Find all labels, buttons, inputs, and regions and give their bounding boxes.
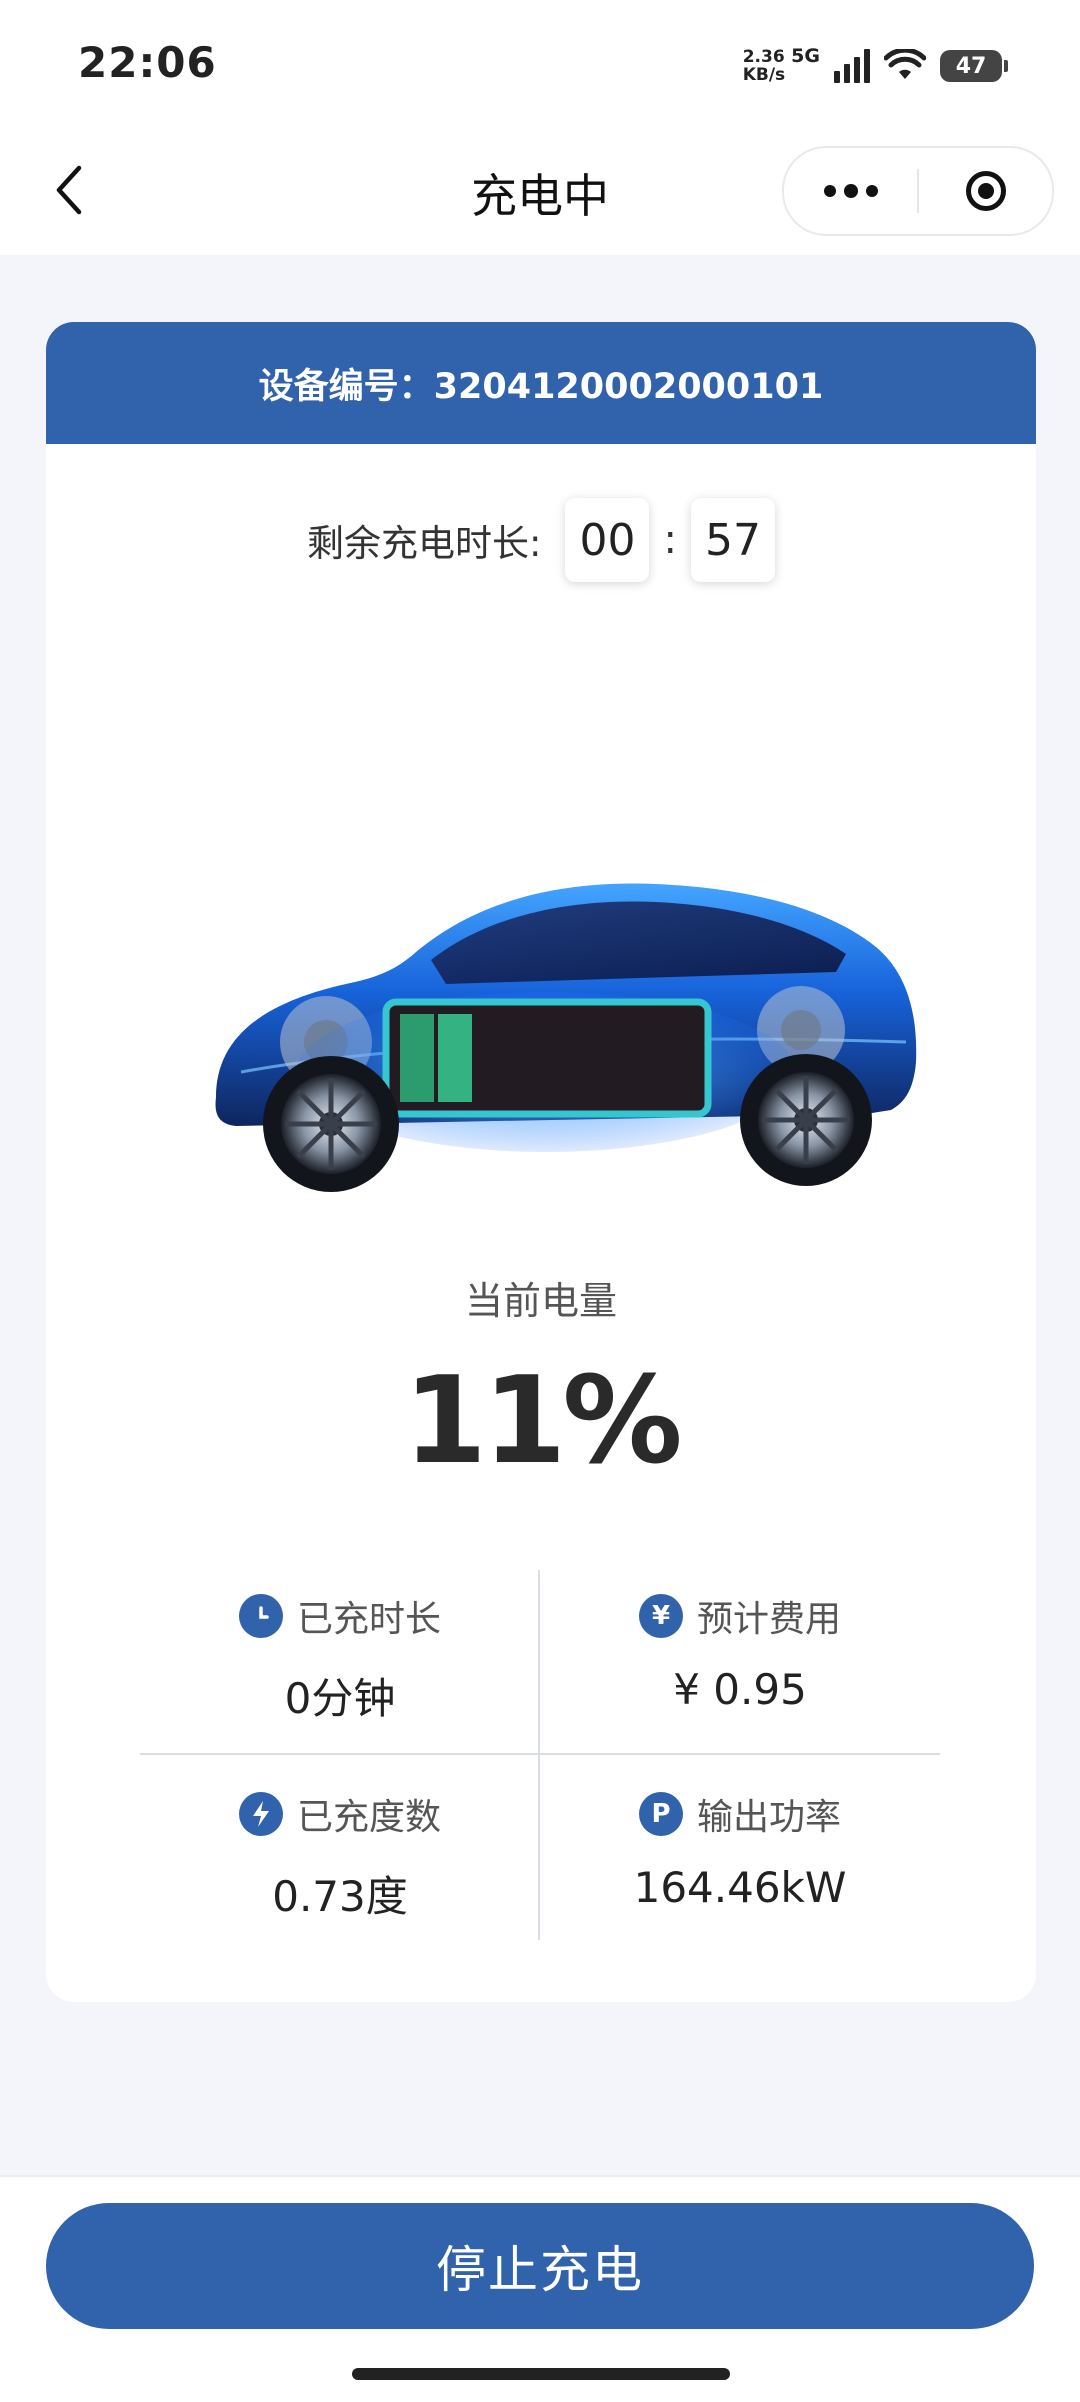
stat-value: ¥ 0.95 (673, 1665, 807, 1714)
stat-value: 164.46kW (633, 1863, 847, 1912)
remaining-time: 剩余充电时长: 00 : 57 (46, 498, 1036, 582)
mini-program-capsule (782, 146, 1054, 236)
more-button[interactable] (784, 148, 917, 234)
timer-separator: : (663, 517, 677, 563)
more-dots-icon (823, 185, 836, 197)
network-speed: 2.36 KB/s (742, 47, 786, 85)
current-charge-label: 当前电量 (464, 1279, 617, 1323)
battery-pack (382, 998, 712, 1118)
wifi-icon (884, 49, 926, 79)
battery-icon: 47 (940, 50, 1008, 82)
status-bar: 22:06 2.36 KB/s 5G 47 (0, 0, 1080, 130)
current-charge-value: 11% (403, 1352, 682, 1491)
battery-cell-1 (400, 1014, 434, 1102)
timer-hours: 00 (565, 498, 650, 582)
yen-icon: ¥ (638, 1594, 683, 1638)
charging-card: 设备编号：3204120002000101 剩余充电时长: 00 : 57 当前… (46, 322, 1036, 2002)
close-button[interactable] (919, 148, 1052, 234)
power-icon: P (638, 1792, 683, 1836)
home-indicator[interactable] (352, 2368, 730, 2380)
status-time: 22:06 (78, 38, 217, 87)
status-indicators: 2.36 KB/s 5G 47 (742, 42, 1008, 90)
car-illustration (146, 742, 946, 1442)
stop-charging-button[interactable]: 停止充电 (46, 2203, 1034, 2329)
stat-label: 输出功率 (696, 1797, 841, 1838)
signal-icon (834, 49, 870, 83)
stat-value: 0分钟 (284, 1674, 396, 1723)
stat-charged-duration: 已充时长 0分钟 (140, 1570, 540, 1750)
stat-label: 已充时长 (296, 1599, 441, 1640)
stat-label: 预计费用 (696, 1599, 841, 1640)
stat-output-power: P 输出功率 164.46kW (540, 1768, 940, 1948)
stats-divider-horizontal (140, 1753, 940, 1755)
clock-icon (238, 1594, 283, 1638)
battery-cell-2 (438, 1014, 472, 1102)
stat-label: 已充度数 (296, 1797, 441, 1838)
timer-minutes: 57 (690, 498, 775, 582)
bolt-icon (238, 1792, 283, 1836)
target-icon (965, 171, 1006, 211)
stat-charged-energy: 已充度数 0.73度 (140, 1768, 540, 1948)
charging-stats: 已充时长 0分钟 ¥ 预计费用 ¥ 0.95 已充度数 0.73度 P 输出功率… (140, 1570, 940, 1940)
front-wheel (263, 1056, 399, 1192)
remaining-time-label: 剩余充电时长: (307, 522, 542, 565)
nav-bar: 充电中 (0, 130, 1080, 255)
network-type: 5G (791, 45, 820, 67)
rear-wheel (740, 1054, 872, 1186)
device-number: 设备编号：3204120002000101 (46, 322, 1036, 444)
stat-estimated-cost: ¥ 预计费用 ¥ 0.95 (540, 1570, 940, 1750)
stat-value: 0.73度 (272, 1872, 408, 1921)
